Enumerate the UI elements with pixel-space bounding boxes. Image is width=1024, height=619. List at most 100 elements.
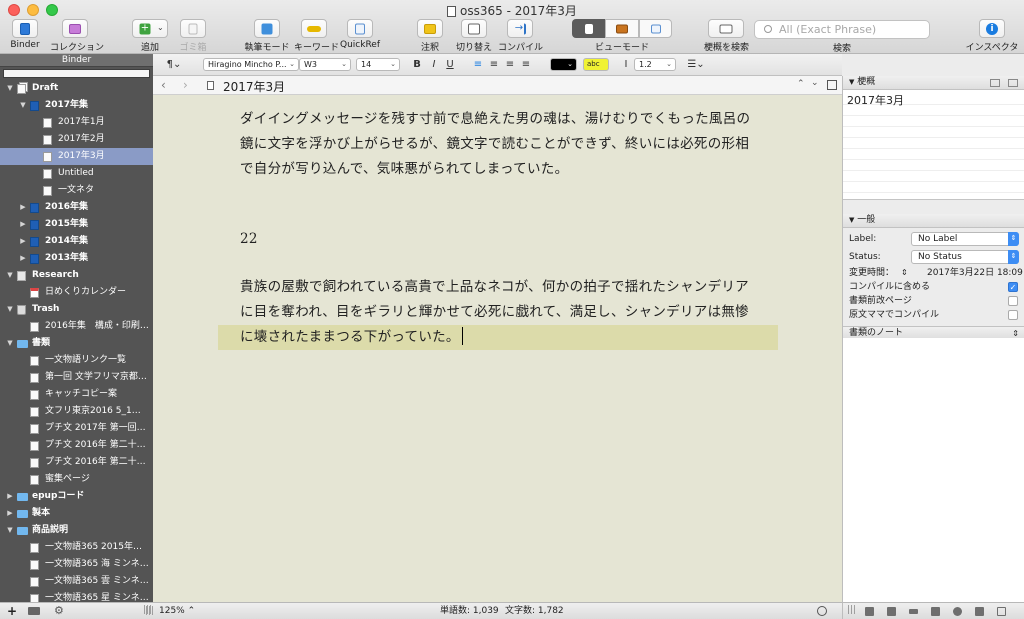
disclosure-triangle-icon[interactable]: ▼ — [849, 78, 854, 86]
font-family-select[interactable]: Hiragino Mincho P... ⌄ — [203, 58, 299, 71]
binder-item[interactable]: 2017年2月 — [0, 131, 153, 148]
add-icon[interactable]: + — [7, 604, 17, 618]
disclosure-collapsed-icon[interactable]: ▶ — [18, 233, 28, 250]
font-size-select[interactable]: 14 ⌄ — [356, 58, 400, 71]
keywords-button[interactable]: キーワード — [294, 19, 339, 53]
binder-item[interactable]: 一文物語365 海 ミンネ… — [0, 556, 153, 573]
add-toolbar-button[interactable]: + ⌄ 追加 — [132, 19, 168, 53]
disclosure-collapsed-icon[interactable]: ▶ — [5, 488, 15, 505]
zoom-select[interactable]: 125% ⌃ — [159, 603, 195, 619]
split-view-icon[interactable] — [827, 80, 837, 90]
compile-button[interactable]: → コンパイル — [498, 19, 543, 53]
underline-button[interactable]: U — [444, 58, 456, 71]
disclosure-collapsed-icon[interactable]: ▶ — [18, 216, 28, 233]
binder-item[interactable]: キャッチコピー案 — [0, 386, 153, 403]
chevron-up-icon[interactable]: ⌃ — [797, 79, 805, 89]
binder-item[interactable]: ▶ 2014年集 — [0, 233, 153, 250]
inspector-toolbar-button[interactable]: i インスペクタ — [964, 19, 1020, 53]
view-mode-corkboard-button[interactable] — [605, 19, 639, 38]
binder-item[interactable]: ▼ 書類 — [0, 335, 153, 352]
binder-item[interactable]: ▶ epupコード — [0, 488, 153, 505]
binder-item[interactable]: 一文物語365 雲 ミンネ… — [0, 573, 153, 590]
keywords-tab-icon[interactable] — [909, 609, 918, 614]
disclosure-expanded-icon[interactable]: ▼ — [5, 335, 15, 352]
disclosure-expanded-icon[interactable]: ▼ — [5, 522, 15, 539]
binder-item[interactable]: ▼ Draft — [0, 80, 153, 97]
comments-tab-icon[interactable] — [975, 607, 984, 616]
status-select[interactable]: No Status ⇕ — [911, 250, 1019, 264]
quickref-button[interactable]: QuickRef — [340, 19, 380, 50]
target-icon[interactable] — [817, 606, 827, 616]
binder-item[interactable]: 2017年3月 — [0, 148, 153, 165]
binder-item[interactable]: ▼ 商品説明 — [0, 522, 153, 539]
binder-item[interactable]: ▼ 2017年集 — [0, 97, 153, 114]
binder-item[interactable]: 一文物語リンク一覧 — [0, 352, 153, 369]
binder-filter-input[interactable] — [3, 69, 150, 78]
binder-item[interactable]: ▶ 2016年集 — [0, 199, 153, 216]
binder-item[interactable]: 2016年集 構成・印刷… — [0, 318, 153, 335]
disclosure-collapsed-icon[interactable]: ▶ — [5, 505, 15, 522]
compile-as-is-checkbox[interactable] — [1008, 310, 1018, 320]
binder-item[interactable]: ▶ 2013年集 — [0, 250, 153, 267]
chevron-down-icon[interactable]: ⌄ — [811, 78, 819, 88]
binder-item[interactable]: 日めくりカレンダー — [0, 284, 153, 301]
toggle-button[interactable]: 切り替え — [454, 19, 494, 53]
binder-item[interactable]: プチ文 2017年 第一回… — [0, 420, 153, 437]
add-folder-icon[interactable] — [28, 607, 40, 615]
disclosure-collapsed-icon[interactable]: ▶ — [18, 250, 28, 267]
binder-item[interactable]: ▶ 製本 — [0, 505, 153, 522]
binder-item[interactable]: 一文物語365 2015年… — [0, 539, 153, 556]
list-bullets-button[interactable]: ☰⌄ — [685, 58, 707, 71]
pane-resize-handle[interactable]: ||| — [145, 603, 154, 619]
page-break-checkbox[interactable] — [1008, 296, 1018, 306]
align-justify-button[interactable]: ≡ — [519, 58, 533, 71]
synopsis-text-field[interactable]: 2017年3月 — [843, 90, 1024, 200]
disclosure-triangle-icon[interactable]: ▼ — [849, 216, 854, 224]
disclosure-expanded-icon[interactable]: ▼ — [18, 97, 28, 114]
binder-item[interactable]: ▼ Research — [0, 267, 153, 284]
view-mode-document-button[interactable] — [572, 19, 605, 38]
back-arrow-icon[interactable]: ‹ — [161, 78, 166, 92]
disclosure-expanded-icon[interactable]: ▼ — [5, 301, 15, 318]
binder-item[interactable]: ▶ 2015年集 — [0, 216, 153, 233]
line-spacing-select[interactable]: 1.2 ⌄ — [634, 58, 676, 71]
label-select[interactable]: No Label ⇕ — [911, 232, 1019, 246]
forward-arrow-icon[interactable]: › — [183, 78, 188, 92]
synopsis-menu-icon[interactable] — [1008, 79, 1018, 87]
italic-button[interactable]: I — [428, 58, 440, 71]
binder-item[interactable]: 一文ネタ — [0, 182, 153, 199]
binder-item[interactable]: ▼ Trash — [0, 301, 153, 318]
trash-toolbar-button[interactable]: ゴミ箱 — [176, 19, 210, 53]
binder-item[interactable]: 第一回 文学フリマ京都… — [0, 369, 153, 386]
pane-resize-handle[interactable]: ||| — [847, 605, 856, 615]
search-synopsis-button[interactable]: 梗概を検索 — [704, 19, 749, 53]
custom-metadata-tab-icon[interactable] — [931, 607, 940, 616]
view-mode-outliner-button[interactable] — [639, 19, 672, 38]
bold-button[interactable]: B — [411, 58, 423, 71]
search-input[interactable]: All (Exact Phrase) — [754, 20, 930, 39]
snapshots-tab-icon[interactable] — [953, 607, 962, 616]
comments-button[interactable]: 注釈 — [414, 19, 446, 53]
bookmark-tab-icon[interactable] — [997, 607, 1006, 616]
font-weight-select[interactable]: W3 ⌄ — [299, 58, 351, 71]
disclosure-expanded-icon[interactable]: ▼ — [5, 267, 15, 284]
binder-toolbar-button[interactable]: Binder — [8, 19, 42, 50]
references-tab-icon[interactable] — [887, 607, 896, 616]
binder-item[interactable]: 文フリ東京2016 5_1… — [0, 403, 153, 420]
binder-item[interactable]: 2017年1月 — [0, 114, 153, 131]
binder-item[interactable]: 蜜集ページ — [0, 471, 153, 488]
align-center-button[interactable]: ≡ — [487, 58, 501, 71]
align-left-button[interactable]: ≡ — [471, 58, 485, 71]
binder-item[interactable]: プチ文 2016年 第二十… — [0, 437, 153, 454]
highlight-color-picker[interactable]: abc — [583, 58, 609, 71]
collection-toolbar-button[interactable]: コレクション — [50, 19, 104, 53]
disclosure-collapsed-icon[interactable]: ▶ — [18, 199, 28, 216]
gear-icon[interactable]: ⚙ — [54, 604, 64, 617]
composition-mode-button[interactable]: 執筆モード — [244, 19, 290, 53]
date-type-stepper[interactable]: ⇕ — [901, 266, 908, 280]
binder-item[interactable]: Untitled — [0, 165, 153, 182]
binder-item[interactable]: プチ文 2016年 第二十… — [0, 454, 153, 471]
text-editor[interactable]: ダイイングメッセージを残す寸前で息絶えた男の魂は、湯けむりでくもった風呂の鏡に文… — [153, 95, 842, 602]
paragraph-style-button[interactable]: ¶⌄ — [163, 58, 185, 71]
text-color-picker[interactable]: ⌄ — [550, 58, 577, 71]
